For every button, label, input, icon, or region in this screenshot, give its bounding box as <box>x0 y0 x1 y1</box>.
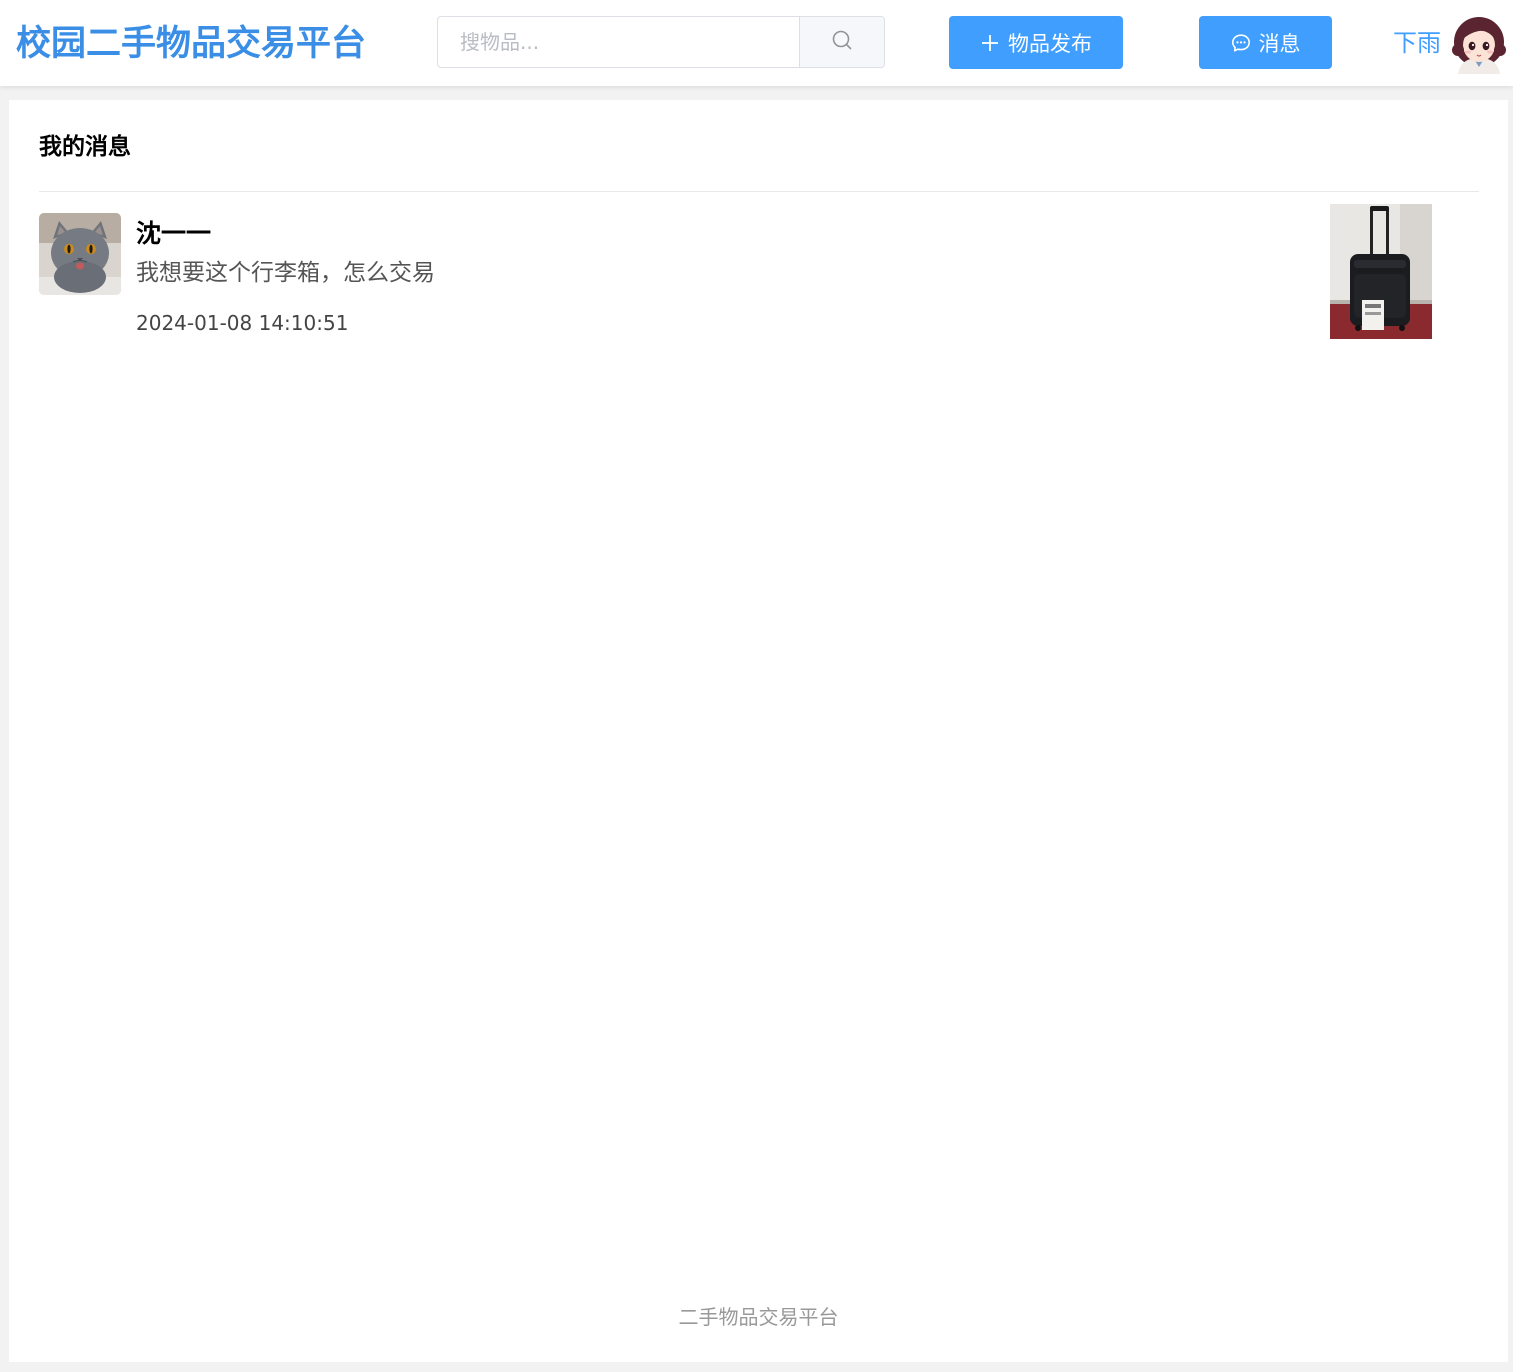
search-icon <box>831 29 853 55</box>
message-time: 2024-01-08 14:10:51 <box>136 311 349 335</box>
search-input[interactable] <box>438 17 803 67</box>
messages-button-label: 消息 <box>1258 31 1301 56</box>
footer-text: 二手物品交易平台 <box>678 1305 839 1329</box>
sender-name: 沈一一 <box>136 219 212 248</box>
search-button[interactable] <box>799 17 884 67</box>
chat-bubble-icon <box>1231 33 1251 53</box>
publish-item-button[interactable]: 物品发布 <box>949 16 1123 69</box>
page-title: 我的消息 <box>39 134 131 160</box>
title-divider <box>39 191 1479 192</box>
messages-button[interactable]: 消息 <box>1199 16 1332 69</box>
username-link[interactable]: 下雨 <box>1393 27 1441 59</box>
top-header: 校园二手物品交易平台 物品发布 <box>0 0 1513 86</box>
search-bar <box>437 16 885 68</box>
user-avatar[interactable] <box>1450 14 1508 74</box>
plus-icon <box>980 33 1000 53</box>
messages-panel: 我的消息 沈一一 我想要这个行李箱，怎么交易 2024-01-08 14:10:… <box>9 100 1508 1362</box>
site-logo[interactable]: 校园二手物品交易平台 <box>16 20 366 68</box>
message-text: 我想要这个行李箱，怎么交易 <box>136 260 435 286</box>
product-thumbnail[interactable] <box>1330 204 1432 339</box>
publish-button-label: 物品发布 <box>1008 31 1092 56</box>
sender-avatar[interactable] <box>39 213 121 295</box>
